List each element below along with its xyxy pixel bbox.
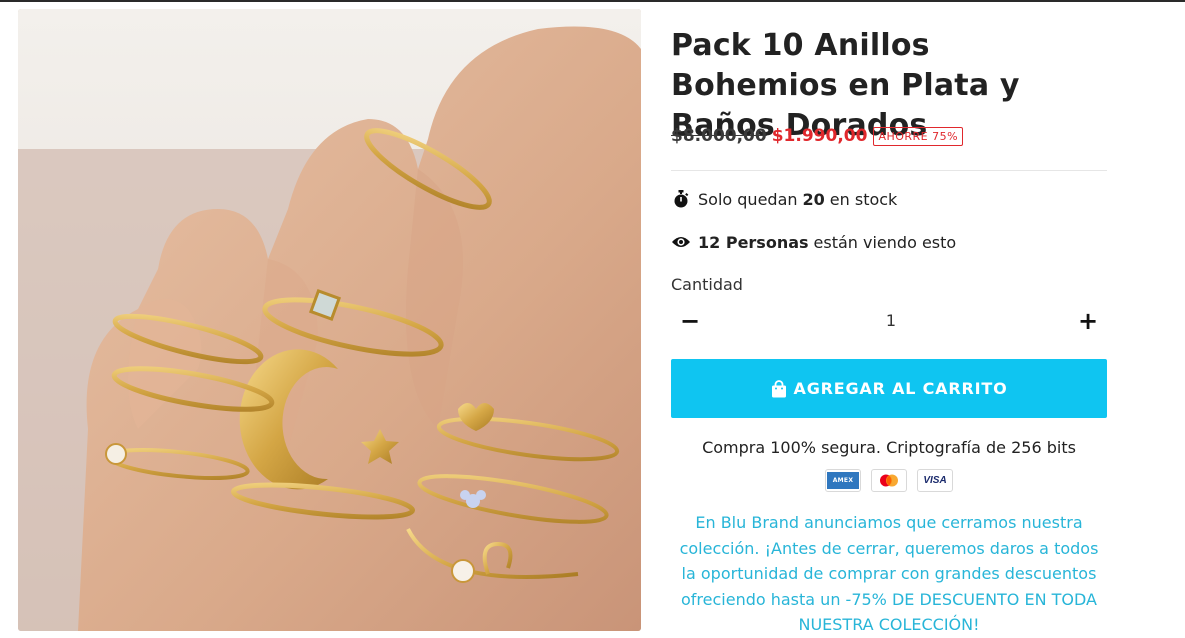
amex-card-icon: AMEX [825,469,861,492]
stock-prefix: Solo quedan [698,189,798,209]
mastercard-icon [871,469,907,492]
top-border [0,0,1185,2]
sale-price: $1.990,00 [771,126,868,146]
stock-suffix: en stock [829,189,898,209]
old-price: $8.000,00 [671,126,767,146]
add-to-cart-label: AGREGAR AL CARRITO [793,379,1008,398]
visa-card-icon: VISA [917,469,953,492]
rings-photo-illustration [18,9,641,631]
quantity-label: Cantidad [671,275,743,294]
stopwatch-icon [671,189,691,209]
payment-methods: AMEX VISA [671,469,1107,492]
product-image[interactable] [18,9,641,631]
viewers-indicator: 12 Personas están viendo esto [671,232,956,252]
secure-purchase-text: Compra 100% segura. Criptografía de 256 … [702,438,1076,457]
eye-icon [671,232,691,252]
discount-badge: AHORRE 75% [873,126,964,146]
stock-indicator: Solo quedan 20 en stock [671,189,897,209]
viewers-count: 12 Personas [698,232,809,252]
quantity-increase-button[interactable]: + [1071,304,1105,338]
add-to-cart-button[interactable]: AGREGAR AL CARRITO [671,359,1107,418]
stock-count: 20 [802,189,825,209]
divider [671,170,1107,171]
viewers-suffix: están viendo esto [813,232,957,252]
promo-message: En Blu Brand anunciamos que cerramos nue… [679,513,1099,634]
quantity-stepper: − + [671,304,1107,338]
quantity-input[interactable] [831,310,951,331]
shopping-bag-icon [771,379,787,398]
quantity-decrease-button[interactable]: − [673,304,707,338]
price-row: $8.000,00 $1.990,00 AHORRE 75% [671,126,964,146]
